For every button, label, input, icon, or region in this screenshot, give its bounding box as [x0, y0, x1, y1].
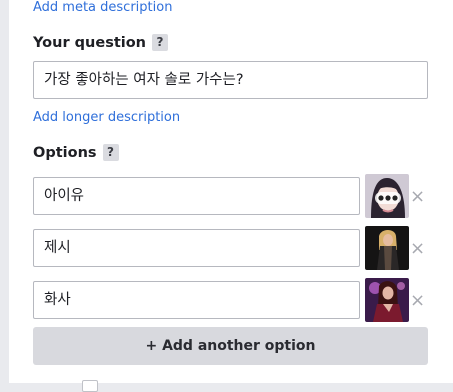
remove-option-2-icon[interactable]: × — [410, 240, 425, 258]
portrait-thumbnail-2 — [365, 226, 409, 270]
option-input-1[interactable]: 아이유 — [33, 177, 360, 215]
question-input[interactable]: 가장 좋아하는 여자 솔로 가수는? — [33, 61, 428, 99]
options-label: Options? — [33, 144, 119, 161]
option-image-1[interactable] — [365, 174, 409, 218]
options-help-icon[interactable]: ? — [102, 144, 119, 161]
option-image-3[interactable] — [365, 278, 409, 322]
option-input-2[interactable]: 제시 — [33, 229, 360, 267]
option-input-3[interactable]: 화사 — [33, 281, 360, 319]
question-label: Your question? — [33, 34, 169, 51]
add-meta-description-link[interactable]: Add meta description — [33, 0, 172, 15]
remove-option-1-icon[interactable]: × — [410, 188, 425, 206]
option-image-2[interactable] — [365, 226, 409, 270]
portrait-thumbnail-1 — [365, 174, 409, 218]
add-longer-description-link[interactable]: Add longer description — [33, 110, 180, 125]
question-label-text: Your question — [33, 35, 147, 51]
add-another-option-button[interactable]: + Add another option — [33, 327, 428, 365]
options-label-text: Options — [33, 145, 97, 161]
portrait-thumbnail-3 — [365, 278, 409, 322]
partial-checkbox[interactable] — [82, 380, 98, 392]
remove-option-3-icon[interactable]: × — [410, 292, 425, 310]
question-help-icon[interactable]: ? — [152, 34, 169, 51]
